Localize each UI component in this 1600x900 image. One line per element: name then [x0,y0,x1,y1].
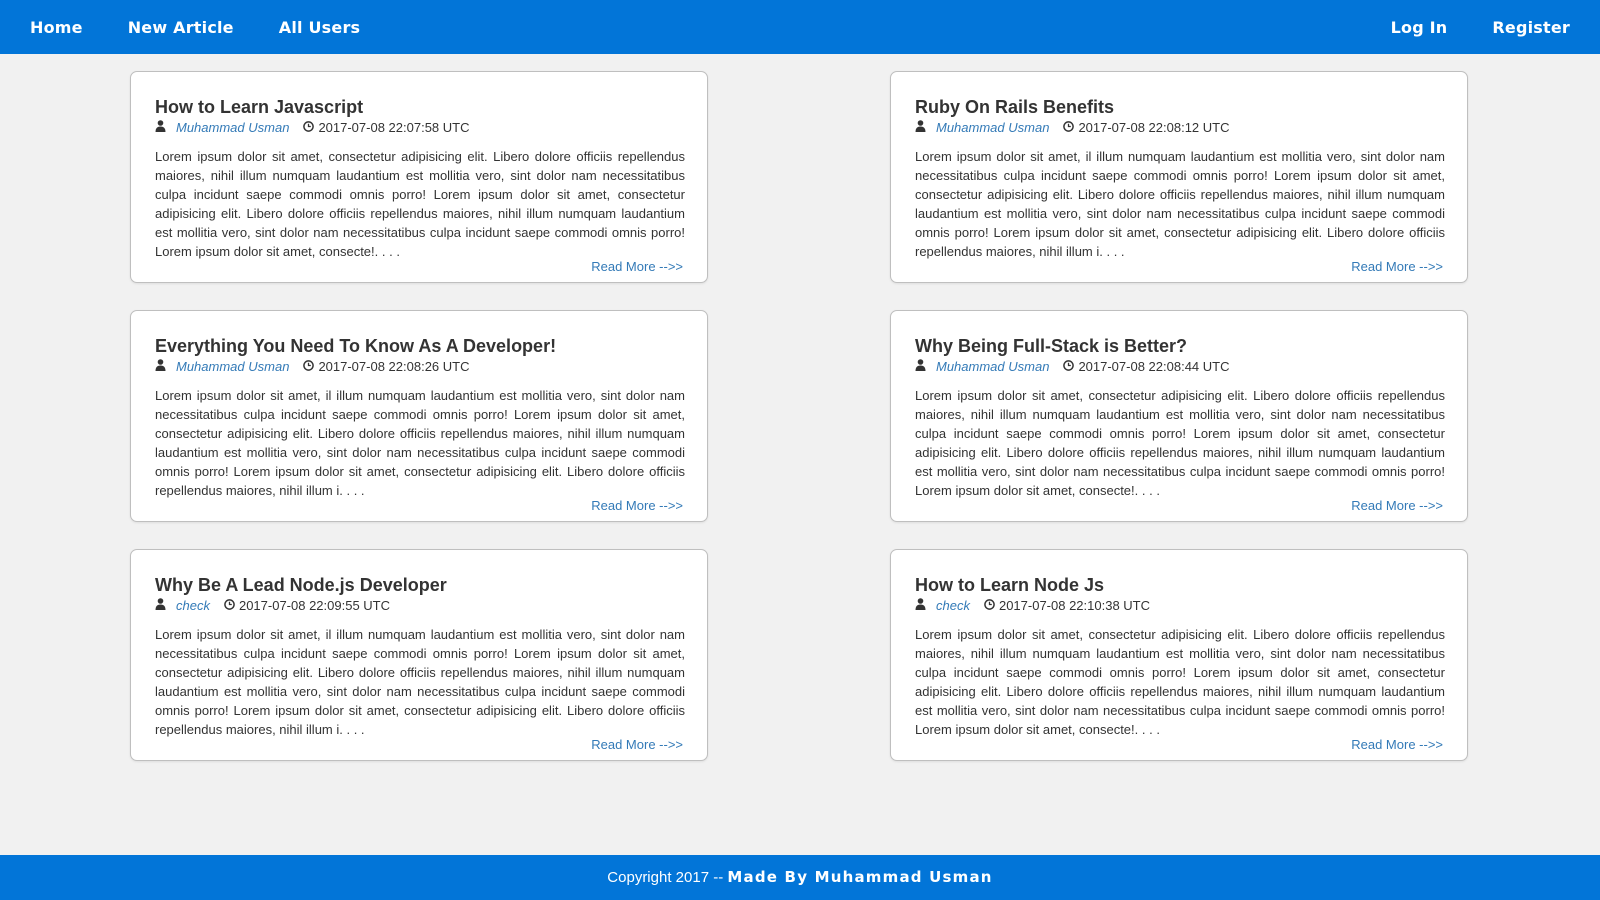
articles-grid: How to Learn Javascript Muhammad Usman 2… [0,0,1600,900]
read-more-link[interactable]: Read More -->> [591,737,683,752]
user-icon [915,597,926,615]
article-title[interactable]: Everything You Need To Know As A Develop… [155,335,685,357]
article-title[interactable]: Why Being Full-Stack is Better? [915,335,1445,357]
article-date: 2017-07-08 22:08:44 UTC [1078,359,1230,374]
user-icon [915,119,926,137]
article-date: 2017-07-08 22:07:58 UTC [318,120,470,135]
footer-copyright: Copyright 2017 -- [607,869,724,886]
article-meta: Muhammad Usman 2017-07-08 22:07:58 UTC [155,119,685,137]
read-more-link[interactable]: Read More -->> [591,259,683,274]
read-more-link[interactable]: Read More -->> [1351,737,1443,752]
article-date: 2017-07-08 22:09:55 UTC [238,598,391,613]
article-card: Why Being Full-Stack is Better? Muhammad… [890,310,1468,522]
article-card: Ruby On Rails Benefits Muhammad Usman 20… [890,71,1468,283]
article-card: How to Learn Javascript Muhammad Usman 2… [130,71,708,283]
article-meta: Muhammad Usman 2017-07-08 22:08:12 UTC [915,119,1445,137]
read-more-link[interactable]: Read More -->> [591,498,683,513]
author-link[interactable]: Muhammad Usman [936,358,1049,376]
user-icon [915,358,926,376]
article-excerpt: Lorem ipsum dolor sit amet, il illum num… [155,627,685,737]
author-link[interactable]: Muhammad Usman [176,358,289,376]
clock-icon [984,597,995,615]
article-date: 2017-07-08 22:08:12 UTC [1078,120,1230,135]
clock-icon [224,597,235,615]
article-card: Everything You Need To Know As A Develop… [130,310,708,522]
article-title[interactable]: Why Be A Lead Node.js Developer [155,574,685,596]
footer-made-by: Made By Muhammad Usman [727,868,993,886]
clock-icon [303,119,315,137]
article-date: 2017-07-08 22:10:38 UTC [998,598,1151,613]
article-title[interactable]: Ruby On Rails Benefits [915,96,1445,118]
clock-icon [1063,358,1075,376]
article-card: How to Learn Node Js check 2017-07-08 22… [890,549,1468,761]
user-icon [155,119,166,137]
article-excerpt: Lorem ipsum dolor sit amet, consectetur … [915,627,1445,737]
article-card: Why Be A Lead Node.js Developer check 20… [130,549,708,761]
user-icon [155,597,166,615]
author-link[interactable]: check [936,597,970,615]
author-link[interactable]: check [176,597,210,615]
article-excerpt: Lorem ipsum dolor sit amet, consectetur … [155,149,685,259]
article-excerpt: Lorem ipsum dolor sit amet, il illum num… [915,149,1445,259]
article-meta: Muhammad Usman 2017-07-08 22:08:44 UTC [915,358,1445,376]
page-footer: Copyright 2017 -- Made By Muhammad Usman [0,855,1600,900]
article-meta: check 2017-07-08 22:10:38 UTC [915,597,1445,615]
clock-icon [1063,119,1075,137]
author-link[interactable]: Muhammad Usman [176,119,289,137]
article-title[interactable]: How to Learn Javascript [155,96,685,118]
article-title[interactable]: How to Learn Node Js [915,574,1445,596]
clock-icon [303,358,315,376]
article-meta: check 2017-07-08 22:09:55 UTC [155,597,685,615]
article-excerpt: Lorem ipsum dolor sit amet, il illum num… [155,388,685,498]
read-more-link[interactable]: Read More -->> [1351,259,1443,274]
user-icon [155,358,166,376]
article-excerpt: Lorem ipsum dolor sit amet, consectetur … [915,388,1445,498]
read-more-link[interactable]: Read More -->> [1351,498,1443,513]
author-link[interactable]: Muhammad Usman [936,119,1049,137]
article-meta: Muhammad Usman 2017-07-08 22:08:26 UTC [155,358,685,376]
article-date: 2017-07-08 22:08:26 UTC [318,359,470,374]
